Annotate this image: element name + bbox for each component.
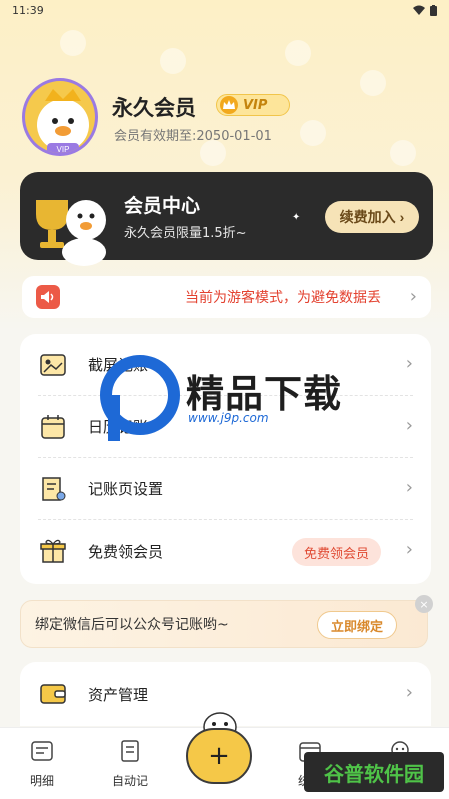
free-membership-tag: 免费领会员 xyxy=(291,538,381,566)
site-watermark: 精品下载 www.j9p.com xyxy=(96,355,356,445)
battery-icon xyxy=(430,4,437,16)
chevron-right-icon: › xyxy=(405,539,413,560)
screenshot-icon xyxy=(38,350,68,380)
wallet-icon xyxy=(38,677,68,711)
chevron-right-icon: › xyxy=(405,415,413,436)
mascot-trophy-icon xyxy=(36,200,106,266)
watermark-url: www.j9p.com xyxy=(188,411,269,425)
plus-icon: + xyxy=(208,741,230,771)
status-bar: 11:39 xyxy=(0,0,449,20)
username: 永久会员 xyxy=(112,96,196,120)
profile-section: VIP 永久会员 VIP 会员有效期至:2050-01-01 xyxy=(22,78,422,163)
watermark-brand: 精品下载 xyxy=(186,372,343,416)
bind-wechat-text: 绑定微信后可以公众号记账哟~ xyxy=(35,617,229,633)
guest-mode-notice[interactable]: 当前为游客模式，为避免数据丢 › xyxy=(22,276,431,318)
notice-text: 当前为游客模式，为避免数据丢 xyxy=(185,290,381,306)
vip-badge-label: VIP xyxy=(243,97,268,113)
tab-auto-record[interactable]: 自动记 xyxy=(100,738,160,789)
bind-wechat-banner: 绑定微信后可以公众号记账哟~ 立即绑定 × xyxy=(20,595,433,648)
close-icon[interactable]: × xyxy=(415,595,433,613)
tab-label: 明细 xyxy=(29,774,54,788)
renew-button-label: 续费加入 xyxy=(339,209,396,225)
tab-details[interactable]: 明细 xyxy=(12,738,72,789)
details-icon xyxy=(31,741,53,761)
svg-text:VIP: VIP xyxy=(57,145,70,154)
vip-badge: VIP xyxy=(216,94,290,116)
calendar-icon xyxy=(38,412,68,442)
menu-item-bookkeeping-page-settings[interactable]: 记账页设置 › xyxy=(38,458,413,520)
renew-button[interactable]: 续费加入 › xyxy=(325,201,419,233)
watermark-logo-icon xyxy=(100,355,180,441)
menu-item-label: 免费领会员 xyxy=(88,542,164,561)
vip-card-subtitle: 永久会员限量1.5折~ xyxy=(124,226,247,241)
bind-now-button[interactable]: 立即绑定 xyxy=(317,611,397,639)
chevron-right-icon: › xyxy=(399,209,405,225)
add-record-button[interactable]: + xyxy=(186,728,252,784)
crown-icon xyxy=(220,96,238,114)
gift-icon xyxy=(38,536,68,566)
avatar[interactable]: VIP xyxy=(22,78,98,156)
corner-watermark-text: 谷普软件园 xyxy=(324,761,424,786)
chevron-right-icon: › xyxy=(405,682,413,703)
corner-watermark: 谷普软件园 xyxy=(304,752,444,792)
chevron-right-icon: › xyxy=(405,477,413,498)
document-settings-icon xyxy=(38,474,68,504)
menu-item-label: 记账页设置 xyxy=(88,480,164,498)
vip-center-card[interactable]: 会员中心 永久会员限量1.5折~ ✦ 续费加入 › xyxy=(20,172,433,266)
status-time: 11:39 xyxy=(12,3,44,17)
vip-card-title: 会员中心 xyxy=(124,195,201,217)
wifi-icon xyxy=(413,5,425,15)
chevron-right-icon: › xyxy=(405,353,413,374)
sparkle-icon: ✦ xyxy=(292,212,301,223)
chevron-right-icon: › xyxy=(409,286,417,307)
asset-label: 资产管理 xyxy=(88,685,149,704)
tab-label: 自动记 xyxy=(111,774,148,788)
menu-item-free-membership[interactable]: 免费领会员 免费领会员 › xyxy=(38,520,413,582)
membership-expiry: 会员有效期至:2050-01-01 xyxy=(114,129,272,144)
auto-record-icon xyxy=(121,740,139,762)
speaker-icon xyxy=(36,285,60,309)
